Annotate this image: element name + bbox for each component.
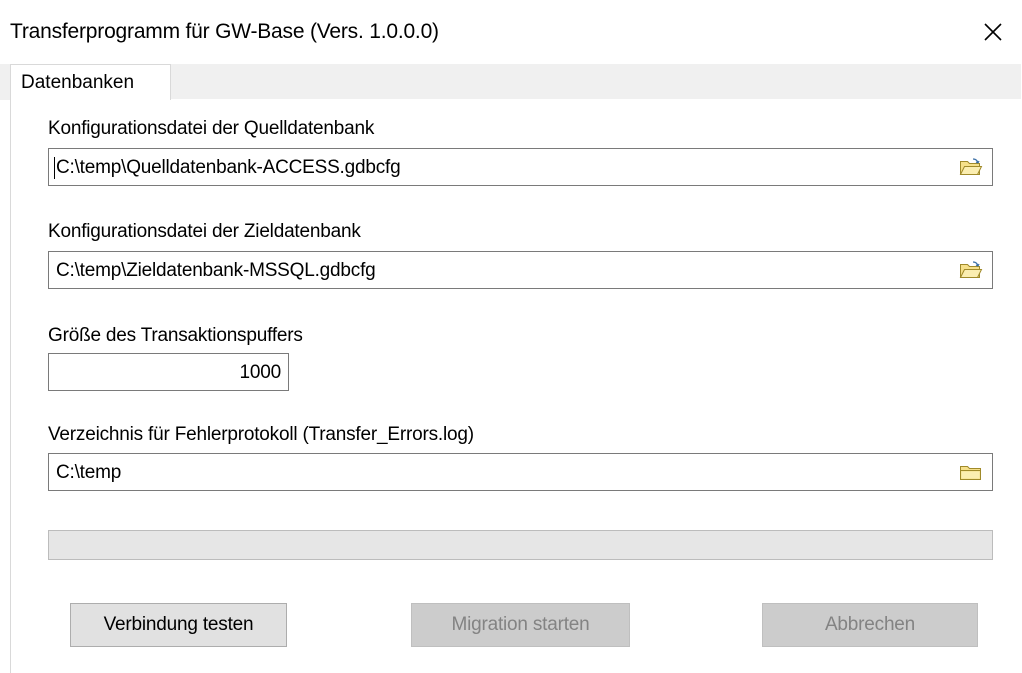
test-connection-button[interactable]: Verbindung testen (70, 603, 287, 647)
window-title: Transferprogramm für GW-Base (Vers. 1.0.… (10, 20, 439, 43)
open-folder-icon (959, 261, 983, 278)
source-config-label: Konfigurationsdatei der Quelldatenbank (48, 118, 375, 139)
tab-label: Datenbanken (21, 71, 135, 93)
tab-datenbanken[interactable]: Datenbanken (10, 64, 171, 100)
error-log-dir-browse-button[interactable] (958, 460, 984, 484)
target-config-label: Konfigurationsdatei der Zieldatenbank (48, 221, 361, 242)
error-log-dir-label: Verzeichnis für Fehlerprotokoll (Transfe… (48, 424, 474, 445)
text-caret (54, 157, 55, 179)
source-config-value: C:\temp\Quelldatenbank-ACCESS.gdbcfg (56, 157, 401, 178)
source-config-browse-button[interactable] (958, 155, 984, 179)
buffer-size-label: Größe des Transaktionspuffers (48, 325, 303, 346)
start-migration-button[interactable]: Migration starten (411, 603, 630, 647)
error-log-dir-value: C:\temp (56, 462, 122, 483)
open-folder-icon (959, 158, 983, 175)
folder-icon (960, 466, 981, 480)
source-config-field[interactable]: C:\temp\Quelldatenbank-ACCESS.gdbcfg (48, 148, 993, 186)
target-config-browse-button[interactable] (958, 258, 984, 282)
title-bar: Transferprogramm für GW-Base (Vers. 1.0.… (0, 0, 1021, 64)
close-icon (984, 23, 1002, 41)
target-config-value: C:\temp\Zieldatenbank-MSSQL.gdbcfg (56, 260, 376, 281)
main-window: Transferprogramm für GW-Base (Vers. 1.0.… (0, 0, 1021, 673)
close-button[interactable] (965, 4, 1021, 60)
target-config-field[interactable]: C:\temp\Zieldatenbank-MSSQL.gdbcfg (48, 251, 993, 289)
cancel-button[interactable]: Abbrechen (762, 603, 978, 647)
error-log-dir-field[interactable]: C:\temp (48, 453, 993, 491)
migration-progress-bar (48, 530, 993, 560)
buffer-size-value: 1000 (239, 362, 282, 383)
buffer-size-field[interactable]: 1000 (48, 353, 289, 391)
